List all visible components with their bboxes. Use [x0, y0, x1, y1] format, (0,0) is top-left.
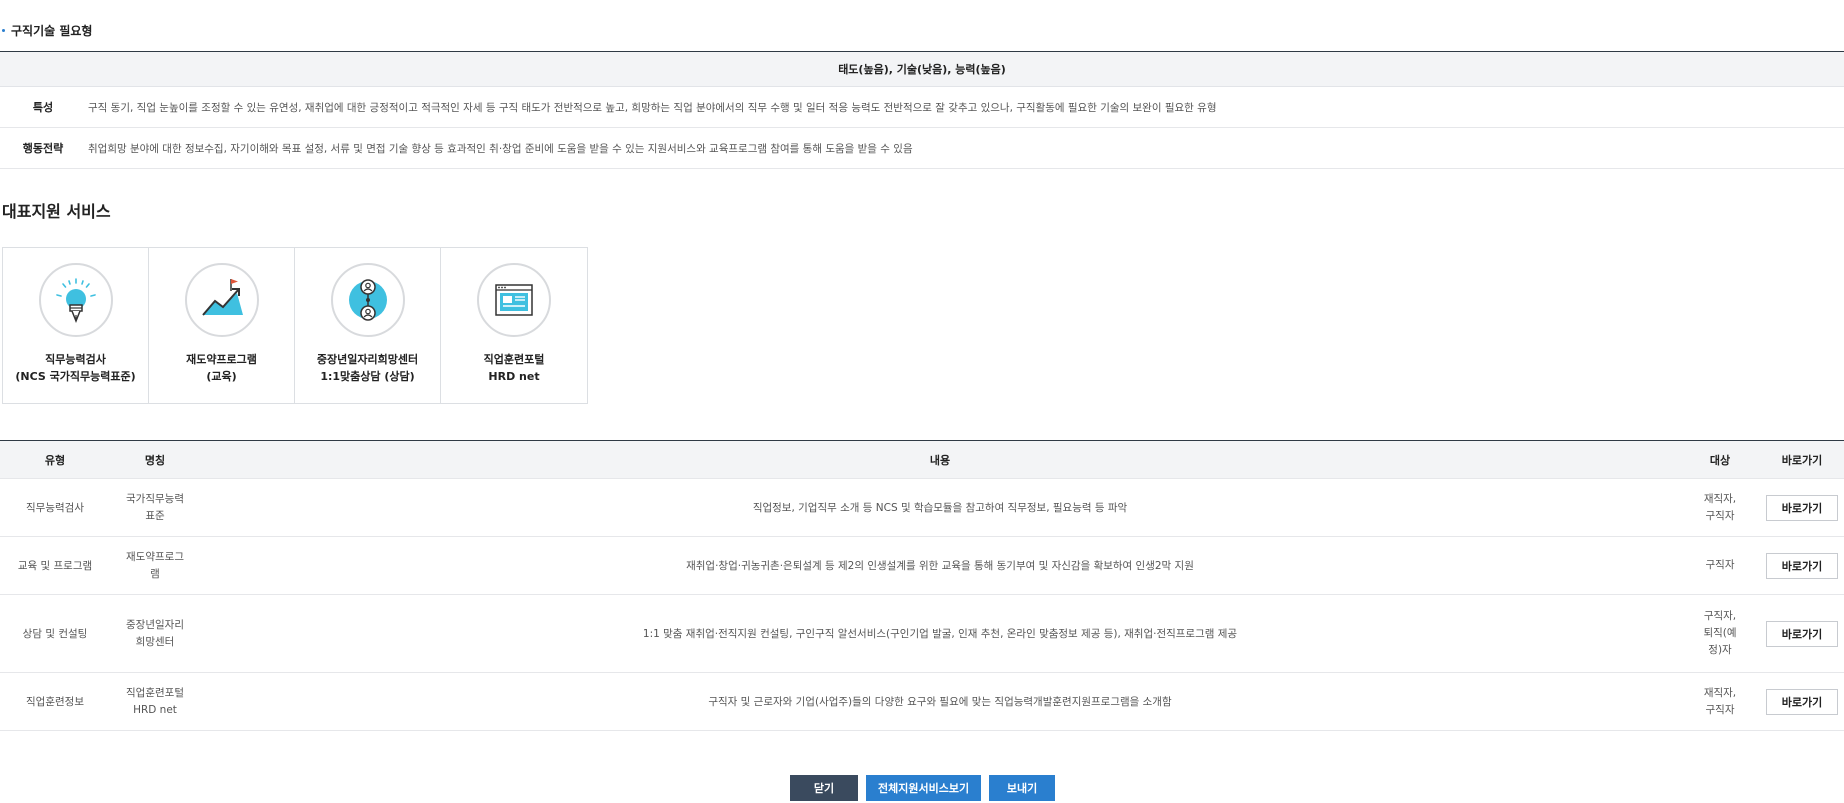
type-row-label: 행동전략 [22, 142, 64, 155]
go-cell: 바로가기 [1760, 688, 1844, 715]
section-title-text: 구직기술 필요형 [11, 24, 93, 38]
card-hrd-net[interactable]: 직업훈련포털 HRD net [441, 248, 587, 403]
card-reboot-program[interactable]: 재도약프로그램 (교육) [149, 248, 295, 403]
type-description-table: 태도(높음), 기술(낮음), 능력(높음) 특성 구직 동기, 직업 눈높이를… [0, 51, 1844, 169]
row-name: 재도약프로그 램 [126, 550, 184, 580]
table-row: 교육 및 프로그램 재도약프로그 램 재취업·창업·귀농귀촌·은퇴설계 등 제2의… [0, 537, 1844, 595]
bullet-icon [2, 29, 5, 32]
row-name: 중장년일자리 희망센터 [126, 618, 184, 648]
view-all-services-button[interactable]: 전체지원서비스보기 [866, 775, 982, 801]
row-target: 재직자, 구직자 [1703, 492, 1737, 522]
header-type: 유형 [44, 453, 66, 467]
card-consulting-center[interactable]: 중장년일자리희망센터 1:1맞춤상담 (상담) [295, 248, 441, 403]
row-name: 국가직무능력 표준 [126, 492, 184, 522]
row-target: 구직자, 퇴직(예 정)자 [1703, 610, 1737, 656]
go-button[interactable]: 바로가기 [1766, 494, 1838, 521]
web-portal-icon [477, 263, 551, 337]
row-type: 직업훈련정보 [26, 696, 84, 708]
header-name: 명칭 [144, 453, 166, 467]
service-cards: 직무능력검사 (NCS 국가직무능력표준) 재도약프로그램 (교육) 중장년일자… [2, 247, 588, 404]
row-target: 구직자 [1705, 559, 1735, 571]
type-table-header: 태도(높음), 기술(낮음), 능력(높음) [0, 52, 1844, 87]
card-label: 직무능력검사 (NCS 국가직무능력표준) [15, 353, 136, 383]
go-cell: 바로가기 [1760, 620, 1844, 647]
go-button[interactable]: 바로가기 [1766, 620, 1838, 647]
service-table: 유형 명칭 내용 대상 바로가기 직무능력검사 국가직무능력 표준 직업정보, 기… [0, 440, 1844, 731]
close-button[interactable]: 닫기 [790, 775, 858, 801]
header-go: 바로가기 [1781, 453, 1823, 467]
row-target: 재직자, 구직자 [1703, 686, 1737, 716]
go-button[interactable]: 바로가기 [1766, 552, 1838, 579]
bottom-buttons: 닫기 전체지원서비스보기 보내기 [790, 775, 1056, 801]
card-label: 재도약프로그램 (교육) [186, 353, 257, 383]
type-row-text: 구직 동기, 직업 눈높이를 조정할 수 있는 유연성, 재취업에 대한 긍정적… [88, 101, 1217, 114]
go-cell: 바로가기 [1760, 552, 1844, 579]
header-content: 내용 [929, 453, 951, 467]
send-button[interactable]: 보내기 [989, 775, 1056, 801]
go-button[interactable]: 바로가기 [1766, 688, 1838, 715]
table-row: 직무능력검사 국가직무능력 표준 직업정보, 기업직무 소개 등 NCS 및 학습… [0, 479, 1844, 537]
row-content: 재취업·창업·귀농귀촌·은퇴설계 등 제2의 인생설계를 위한 교육을 통해 동… [686, 560, 1194, 572]
row-type: 직무능력검사 [26, 502, 84, 514]
row-content: 직업정보, 기업직무 소개 등 NCS 및 학습모듈을 참고하여 직무정보, 필… [752, 502, 1128, 514]
lightbulb-icon [38, 263, 113, 337]
service-table-header: 유형 명칭 내용 대상 바로가기 [0, 441, 1844, 479]
go-cell: 바로가기 [1760, 494, 1844, 521]
table-row: 상담 및 컨설팅 중장년일자리 희망센터 1:1 맞춤 재취업·전직지원 컨설팅,… [0, 595, 1844, 673]
row-name: 직업훈련포털 HRD net [126, 686, 184, 716]
type-row-label: 특성 [32, 101, 54, 114]
type-row-strategy: 행동전략 취업희망 분야에 대한 정보수집, 자기이해와 목표 설정, 서류 및… [0, 128, 1844, 169]
header-target: 대상 [1709, 453, 1731, 467]
row-type: 상담 및 컨설팅 [22, 628, 88, 640]
type-row-characteristic: 특성 구직 동기, 직업 눈높이를 조정할 수 있는 유연성, 재취업에 대한 … [0, 87, 1844, 128]
table-row: 직업훈련정보 직업훈련포털 HRD net 구직자 및 근로자와 기업(사업주)들… [0, 673, 1844, 731]
consulting-people-icon [330, 263, 405, 337]
section-title: 구직기술 필요형 [0, 22, 92, 39]
growth-chart-icon [184, 263, 259, 337]
type-row-text: 취업희망 분야에 대한 정보수집, 자기이해와 목표 설정, 서류 및 면접 기… [88, 142, 913, 155]
card-job-ability-test[interactable]: 직무능력검사 (NCS 국가직무능력표준) [3, 248, 149, 403]
card-label: 중장년일자리희망센터 1:1맞춤상담 (상담) [316, 353, 419, 383]
row-content: 구직자 및 근로자와 기업(사업주)들의 다양한 요구와 필요에 맞는 직업능력… [708, 696, 1172, 708]
row-type: 교육 및 프로그램 [17, 560, 93, 572]
card-label: 직업훈련포털 HRD net [483, 353, 545, 383]
row-content: 1:1 맞춤 재취업·전직지원 컨설팅, 구인구직 알선서비스(구인기업 발굴,… [642, 628, 1238, 640]
services-title: 대표지원 서비스 [2, 202, 111, 221]
